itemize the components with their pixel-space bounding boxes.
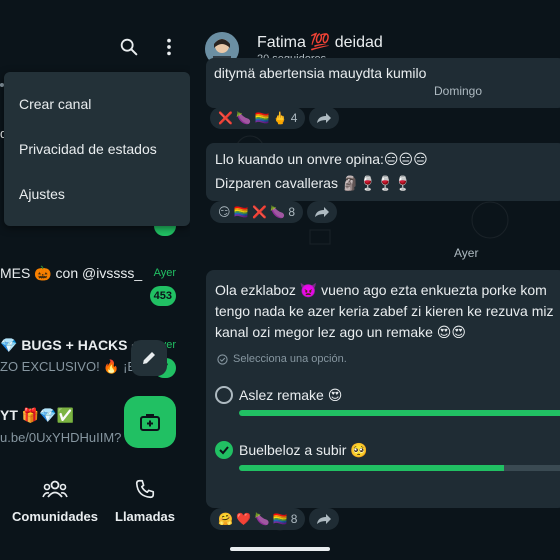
reactions[interactable]: ❌ 🍆 🏳️‍🌈 🖕 4 (210, 107, 306, 129)
nav-calls-label: Llamadas (115, 509, 175, 524)
message-text-line-1: Llo kuando un onvre opina:😑😑😑 (215, 151, 428, 167)
check-icon (219, 446, 229, 455)
date-separator: Ayer (454, 246, 479, 260)
forward-icon (315, 207, 330, 217)
poll-hint: Selecciona una opción. (233, 353, 347, 365)
more-options-icon[interactable] (158, 36, 180, 58)
new-text-status-button[interactable] (131, 340, 167, 376)
chat-preview: u.be/0UxYHDHuIIM? (0, 430, 122, 445)
reaction-row: 😏 🏳️‍🌈 ❌ 🍆 8 (210, 201, 338, 223)
unread-badge: 453 (149, 286, 176, 306)
message-bubble[interactable]: Llo kuando un onvre opina:😑😑😑 Dizparen c… (206, 143, 560, 201)
chat-name: MES 🎃 con @ivssss_ (0, 265, 143, 281)
share-button[interactable] (307, 201, 338, 223)
menu-item-create-channel[interactable]: Crear canal (4, 82, 190, 127)
poll-option-1-fill (239, 410, 560, 416)
poll-option-1-label[interactable]: Aslez remake 😍 (239, 387, 342, 404)
reaction-row: ❌ 🍆 🏳️‍🌈 🖕 4 (210, 107, 340, 129)
menu-item-status-privacy[interactable]: Privacidad de estados (4, 127, 190, 172)
reaction-emojis: 😏 🏳️‍🌈 ❌ 🍆 (218, 205, 286, 219)
reaction-emojis: ❌ 🍆 🏳️‍🌈 🖕 (218, 111, 288, 125)
chat-time: Ayer (153, 267, 176, 279)
poll-option-2-label[interactable]: Buelbeloz a subir 🥺 (239, 442, 368, 459)
reaction-count: 8 (290, 512, 298, 526)
check-circle-icon (217, 354, 228, 365)
share-button[interactable] (309, 508, 340, 530)
chats-pane: d Crear canal Privacidad de estados Ajus… (0, 0, 190, 560)
poll-bubble[interactable]: Ola ezklaboz 👿 vueno ago ezta enkuezta p… (206, 270, 560, 508)
share-button[interactable] (309, 107, 340, 129)
nav-communities-label: Comunidades (12, 509, 98, 524)
poll-question-line-1: Ola ezklaboz 👿 vueno ago ezta enkuezta p… (215, 282, 547, 298)
nav-communities[interactable]: Comunidades (10, 478, 100, 524)
poll-option-2-radio[interactable] (215, 441, 233, 459)
poll-question-line-3: kanal ozi megor lez ago un remake 😍😍 (215, 324, 466, 340)
reaction-emojis: 🤗 ❤️ 🍆 🏳️‍🌈 (218, 512, 288, 526)
search-icon[interactable] (118, 36, 140, 58)
channel-pane: Fatima 💯 deidad 20 seguidores ditymä abe… (190, 0, 560, 560)
gesture-home-bar[interactable] (230, 547, 330, 551)
camera-status-button[interactable] (124, 396, 176, 448)
forward-icon (317, 113, 332, 123)
chat-preview: ZO EXCLUSIVO! 🔥 ¡E (0, 359, 137, 374)
nav-calls[interactable]: Llamadas (100, 478, 190, 524)
poll-option-1-radio[interactable] (215, 386, 233, 404)
pencil-icon (143, 352, 155, 364)
poll-question-line-2: tengo nada ke azer keria zabef zi kieren… (215, 303, 554, 319)
top-actions (118, 36, 180, 58)
chat-name: YT 🎁💎✅ (0, 407, 75, 423)
poll-option-2-bar (239, 465, 560, 471)
forward-icon (317, 514, 332, 524)
poll-option-1-bar (239, 410, 560, 416)
communities-icon (42, 480, 68, 498)
channel-name: Fatima 💯 deidad (257, 34, 383, 51)
camera-add-icon (140, 414, 160, 431)
overflow-menu: Crear canal Privacidad de estados Ajuste… (4, 72, 190, 226)
phone-icon (135, 479, 155, 499)
reaction-count: 8 (288, 205, 296, 219)
message-bubble[interactable]: ditymä abertensia mauydta kumilo (206, 58, 560, 108)
date-tooltip: Domingo (426, 80, 491, 102)
menu-item-settings[interactable]: Ajustes (4, 172, 190, 217)
reactions[interactable]: 😏 🏳️‍🌈 ❌ 🍆 8 (210, 201, 304, 223)
message-text-line-2: Dizparen cavalleras 🗿🍷🍷🍷 (215, 175, 412, 191)
chat-name: 💎 BUGS + HACKS + (0, 337, 140, 353)
reactions[interactable]: 🤗 ❤️ 🍆 🏳️‍🌈 8 (210, 508, 306, 530)
poll-option-2-fill (239, 465, 504, 471)
reaction-count: 4 (290, 111, 298, 125)
reaction-row: 🤗 ❤️ 🍆 🏳️‍🌈 8 (210, 508, 340, 530)
message-text: ditymä abertensia mauydta kumilo (214, 65, 427, 81)
